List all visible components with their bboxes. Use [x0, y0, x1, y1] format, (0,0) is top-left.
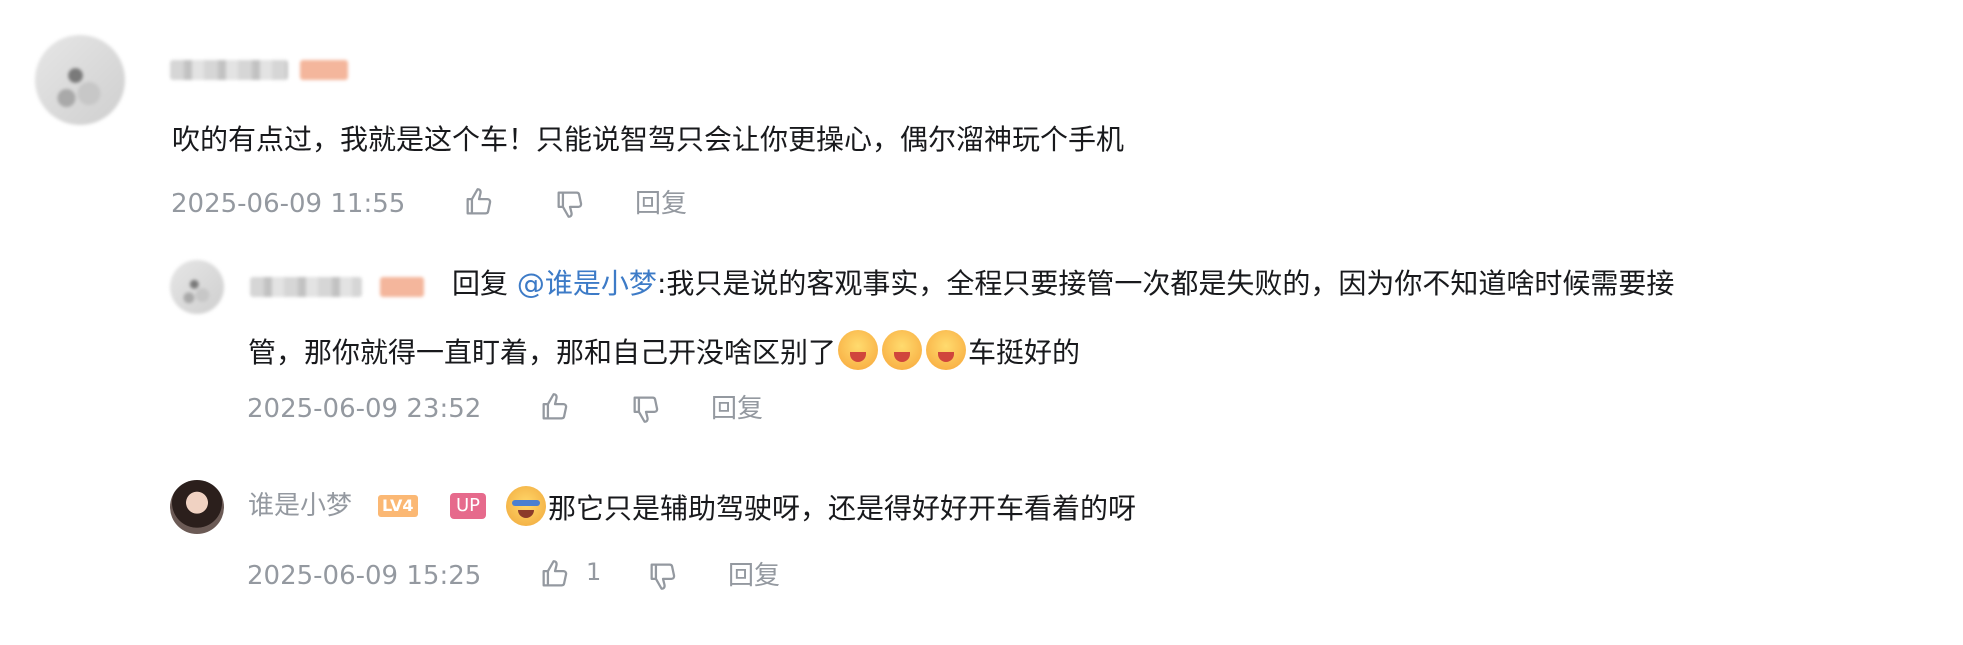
reply-username[interactable]	[250, 277, 362, 297]
laughing-emoji-icon	[838, 330, 879, 370]
reply-text-tail: 车挺好的	[968, 336, 1081, 369]
reply-timestamp: 2025-06-09 23:52	[247, 394, 482, 424]
reply-reply-button[interactable]: 回复	[711, 393, 763, 425]
thumbs-up-icon[interactable]	[538, 390, 572, 424]
like-count: 1	[586, 558, 602, 586]
level-badge-text: LV4	[378, 495, 418, 517]
commenter-level-badge	[300, 60, 348, 80]
thumbs-up-icon[interactable]	[462, 185, 496, 219]
commenter-username[interactable]	[170, 60, 288, 80]
reply-text-xiaomeng-body: 那它只是辅助驾驶呀，还是得好好开车看着的呀	[548, 492, 1137, 525]
thumbs-up-icon[interactable]	[538, 557, 572, 591]
laughing-emoji-icon	[926, 330, 967, 370]
level-badge: LV4	[378, 495, 418, 517]
commenter-avatar[interactable]	[35, 35, 125, 125]
crying-emoji-icon	[506, 486, 546, 526]
comment-reply-button[interactable]: 回复	[635, 188, 687, 220]
reply-avatar[interactable]	[170, 260, 224, 314]
thumbs-down-icon[interactable]	[646, 559, 680, 593]
comment-timestamp: 2025-06-09 11:55	[171, 189, 406, 219]
reply-prefix: 回复	[452, 267, 509, 300]
reply-level-badge	[380, 277, 424, 297]
reply-text-b: 管，那你就得一直盯着，那和自己开没啥区别了	[248, 336, 837, 369]
comment-text: 吹的有点过，我就是这个车！只能说智驾只会让你更操心，偶尔溜神玩个手机	[172, 123, 1125, 156]
reply-username-xiaomeng[interactable]: 谁是小梦	[248, 490, 352, 522]
reply-avatar-xiaomeng[interactable]	[170, 480, 224, 534]
reply-timestamp-xiaomeng: 2025-06-09 15:25	[247, 561, 482, 591]
thumbs-down-icon[interactable]	[553, 187, 587, 221]
thumbs-down-icon[interactable]	[629, 392, 663, 426]
reply-text-line2: 管，那你就得一直盯着，那和自己开没啥区别了 车挺好的	[248, 330, 1080, 371]
laughing-emoji-icon	[882, 330, 923, 370]
reply-reply-button-xiaomeng[interactable]: 回复	[728, 560, 780, 592]
up-badge: UP	[450, 493, 487, 519]
up-badge-text: UP	[450, 493, 487, 519]
reply-text-a: :我只是说的客观事实，全程只要接管一次都是失败的，因为你不知道啥时候需要接	[656, 267, 1675, 300]
mention-link[interactable]: @谁是小梦	[517, 267, 657, 300]
reply-text-xiaomeng: 那它只是辅助驾驶呀，还是得好好开车看着的呀	[506, 486, 1136, 527]
reply-text-line1: 回复 @谁是小梦:我只是说的客观事实，全程只要接管一次都是失败的，因为你不知道啥…	[452, 266, 1674, 302]
